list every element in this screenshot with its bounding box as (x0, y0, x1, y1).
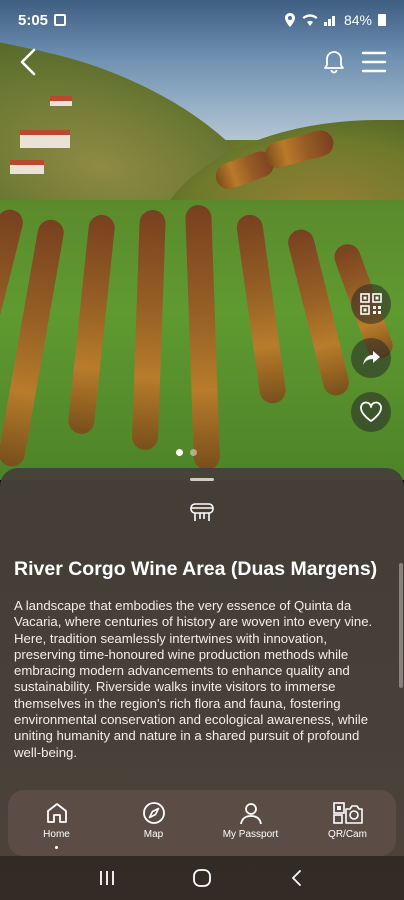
nav-active-indicator (55, 846, 58, 849)
grill-icon (190, 503, 214, 521)
sheet-handle[interactable] (190, 478, 214, 481)
heart-icon (360, 401, 382, 422)
location-icon (284, 13, 295, 27)
status-time: 5:05 (18, 11, 49, 29)
chevron-left-icon (20, 48, 36, 76)
status-bar: 5:05 84% (0, 0, 404, 40)
qr-camera-icon (332, 802, 363, 824)
hero-house (50, 96, 72, 106)
qr-button[interactable] (351, 284, 391, 324)
back-button[interactable] (14, 46, 46, 78)
hero-house (10, 160, 44, 174)
nav-map-label: Map (143, 829, 164, 840)
place-description: A landscape that embodies the very essen… (14, 598, 373, 760)
nav-home[interactable]: Home (8, 790, 105, 856)
nav-map[interactable]: Map (105, 790, 202, 856)
signal-icon (323, 16, 335, 26)
nav-passport-label: My Passport (222, 829, 279, 840)
nav-qrcam-label: QR/Cam (328, 829, 367, 840)
recents-icon[interactable] (97, 869, 117, 887)
menu-button[interactable] (358, 46, 390, 78)
share-button[interactable] (351, 338, 391, 378)
bottom-nav: Home Map My Passport QR/Cam (8, 790, 396, 856)
status-right: 84% (284, 12, 386, 28)
battery-icon (378, 14, 386, 26)
qr-code-icon (360, 293, 382, 315)
circle-home-icon[interactable] (192, 868, 212, 888)
category-icon-wrap (188, 500, 216, 524)
bell-icon (324, 51, 344, 74)
wifi-icon (302, 14, 318, 26)
system-nav-bar (0, 856, 404, 900)
nav-passport[interactable]: My Passport (202, 790, 299, 856)
share-icon (363, 351, 380, 365)
hero-house (20, 130, 70, 148)
notifications-button[interactable] (320, 48, 348, 76)
compass-icon (142, 802, 165, 824)
gallery-dot-active[interactable] (176, 449, 183, 456)
nav-qrcam[interactable]: QR/Cam (299, 790, 396, 856)
battery-percent: 84% (343, 12, 372, 28)
gallery-dot[interactable] (190, 449, 197, 456)
system-back-icon[interactable] (287, 868, 307, 888)
hamburger-icon (361, 51, 387, 73)
nav-home-label: Home (43, 829, 70, 840)
notification-icon (54, 14, 67, 26)
home-icon (46, 803, 67, 823)
favorite-button[interactable] (351, 392, 391, 432)
place-title: River Corgo Wine Area (Duas Margens) (14, 558, 378, 580)
user-icon (239, 803, 262, 825)
scrollbar[interactable] (399, 563, 403, 688)
